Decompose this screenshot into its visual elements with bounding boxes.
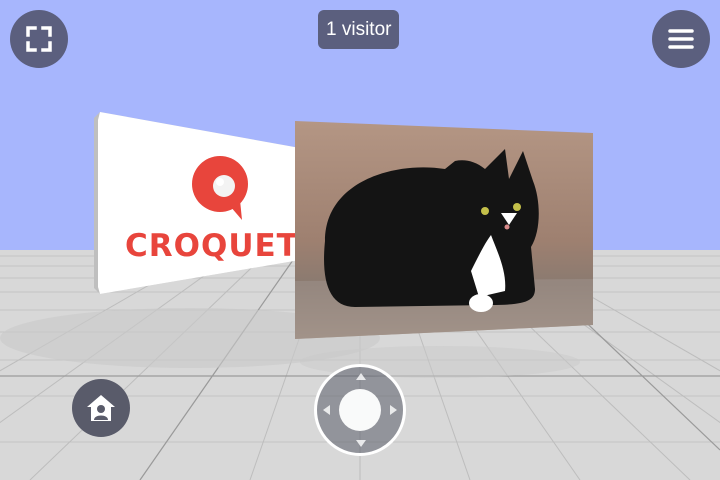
arrow-left-icon [323,405,330,415]
home-user-icon [87,395,115,421]
menu-button[interactable] [652,10,710,68]
arrow-up-icon [356,373,366,380]
fullscreen-button[interactable] [10,10,68,68]
arrow-down-icon [356,440,366,447]
movement-joystick[interactable] [314,364,406,456]
visitor-count-badge: 1 visitor [318,10,400,49]
joystick-knob[interactable] [339,389,381,431]
croquet-brand-text: CROQUET [125,228,299,264]
fullscreen-icon [26,26,52,52]
home-button[interactable] [72,379,130,437]
3d-scene[interactable]: CROQUET 1 visitor [0,0,720,480]
cat-photo-card[interactable] [295,121,593,339]
croquet-logo-card[interactable] [94,112,300,294]
arrow-right-icon [390,405,397,415]
hamburger-menu-icon [668,29,694,49]
